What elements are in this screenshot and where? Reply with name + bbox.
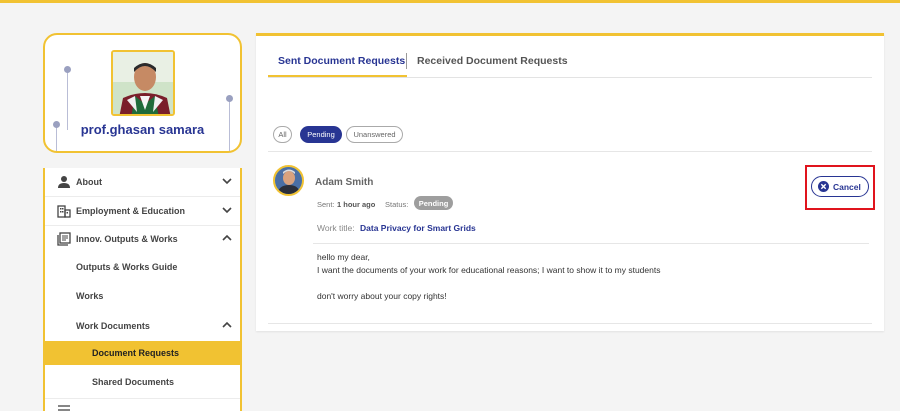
sidebar-item-works[interactable]: Works bbox=[45, 282, 240, 310]
sidebar-menu: About Employment & Education Innov. Outp… bbox=[43, 168, 242, 411]
message-line: I want the documents of your work for ed… bbox=[317, 265, 661, 275]
profile-avatar bbox=[111, 50, 175, 116]
sidebar-item-label: Outputs & Works Guide bbox=[76, 262, 178, 272]
decor-line bbox=[67, 68, 68, 130]
sent-time: 1 hour ago bbox=[337, 200, 376, 209]
decor-dot bbox=[64, 66, 71, 73]
sidebar-item-label: Work Documents bbox=[76, 321, 150, 331]
divider bbox=[268, 323, 872, 324]
cancel-button[interactable]: Cancel bbox=[811, 176, 869, 197]
sidebar-item-label: Innov. Outputs & Works bbox=[76, 234, 178, 244]
sidebar-item-label: About bbox=[76, 177, 102, 187]
message-line: hello my dear, bbox=[317, 252, 370, 262]
tab-sent-document-requests[interactable]: Sent Document Requests bbox=[278, 55, 405, 67]
top-accent-bar bbox=[0, 0, 900, 3]
sent-label: Sent: bbox=[317, 200, 335, 209]
list-icon bbox=[58, 405, 70, 411]
filter-chip-pending[interactable]: Pending bbox=[300, 126, 342, 143]
message-line: don't worry about your copy rights! bbox=[317, 291, 447, 301]
sidebar-item-employment-education[interactable]: Employment & Education bbox=[45, 197, 240, 225]
person-icon bbox=[58, 176, 70, 188]
filter-chip-unanswered[interactable]: Unanswered bbox=[346, 126, 403, 143]
close-circle-icon bbox=[818, 181, 829, 192]
requester-name: Adam Smith bbox=[315, 177, 374, 188]
sidebar-item-label: Document Requests bbox=[92, 348, 180, 358]
sidebar-item-label: Shared Documents bbox=[92, 377, 175, 387]
tab-received-document-requests[interactable]: Received Document Requests bbox=[417, 55, 568, 67]
library-icon bbox=[57, 232, 71, 246]
sidebar-item-label: Employment & Education bbox=[76, 206, 186, 216]
cancel-label: Cancel bbox=[833, 181, 861, 192]
divider bbox=[268, 151, 872, 152]
sidebar-item-work-documents[interactable]: Work Documents bbox=[45, 312, 240, 340]
menu-divider bbox=[45, 398, 240, 399]
sidebar-item-document-requests[interactable]: Document Requests bbox=[45, 341, 240, 365]
chevron-up-icon bbox=[222, 321, 232, 328]
sidebar-item-label: Works bbox=[76, 291, 104, 301]
profile-card: prof.ghasan samara bbox=[43, 33, 242, 153]
chevron-down-icon bbox=[222, 178, 232, 185]
divider bbox=[313, 243, 869, 244]
filter-chip-all[interactable]: All bbox=[273, 126, 292, 143]
chevron-up-icon bbox=[222, 234, 232, 241]
document-requests-card: Sent Document Requests Received Document… bbox=[256, 33, 884, 331]
work-title-link[interactable]: Data Privacy for Smart Grids bbox=[360, 223, 476, 233]
building-icon bbox=[57, 205, 71, 218]
tab-divider bbox=[406, 53, 407, 69]
tabs-border bbox=[268, 77, 872, 78]
work-title-label: Work title: bbox=[317, 223, 355, 233]
sidebar-item-outputs-works-guide[interactable]: Outputs & Works Guide bbox=[45, 253, 240, 281]
status-label: Status: bbox=[385, 200, 409, 209]
sidebar-item-about[interactable]: About bbox=[45, 168, 240, 196]
decor-dot bbox=[226, 95, 233, 102]
chevron-down-icon bbox=[222, 207, 232, 214]
profile-name: prof.ghasan samara bbox=[80, 122, 205, 137]
sidebar-item-shared-documents[interactable]: Shared Documents bbox=[45, 368, 240, 396]
status-badge: Pending bbox=[414, 196, 453, 210]
sidebar-item-innov-outputs-works[interactable]: Innov. Outputs & Works bbox=[45, 225, 240, 253]
requester-avatar bbox=[273, 165, 304, 196]
